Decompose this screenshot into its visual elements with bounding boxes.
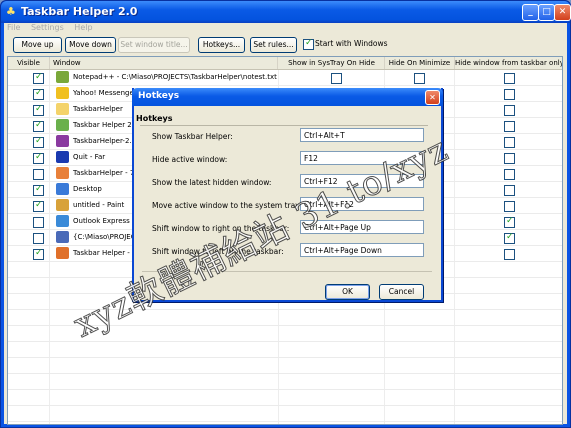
window-title-text: Yahoo! Messenger — [73, 89, 137, 97]
outlook-express-icon — [56, 215, 69, 227]
window-title-text: Taskbar Helper 2 — [73, 121, 132, 129]
minimize-button[interactable]: _ — [522, 4, 539, 21]
visible-checkbox[interactable] — [33, 136, 44, 148]
window-title-text: Outlook Express — [73, 217, 130, 225]
set-rules-button[interactable]: Set rules... — [250, 37, 297, 53]
visible-checkbox[interactable] — [33, 120, 44, 132]
dialog-title: Hotkeys — [138, 91, 180, 101]
explorer-icon — [56, 231, 69, 243]
table-row — [8, 390, 562, 406]
group-divider — [140, 125, 428, 126]
taskbar-only-checkbox[interactable] — [504, 121, 515, 132]
window-title-text: untitled - Paint — [73, 201, 125, 209]
visible-checkbox[interactable] — [33, 233, 44, 244]
menu-file[interactable]: File — [7, 23, 20, 32]
close-button[interactable]: ✕ — [554, 4, 571, 21]
hotkeys-group-title: Hotkeys — [136, 114, 173, 123]
column-visible[interactable]: Visible — [8, 57, 50, 69]
set-window-title-button[interactable]: Set window title... — [118, 37, 190, 53]
taskbar-only-checkbox[interactable] — [504, 137, 515, 148]
window-title-text: TaskbarHelper - 7 — [73, 169, 135, 177]
taskbar-only-checkbox[interactable] — [504, 201, 515, 212]
title-bar[interactable]: ♣ Taskbar Helper 2.0 _ □ ✕ — [1, 1, 571, 23]
app-icon: ♣ — [6, 5, 16, 18]
window-cell[interactable]: Notepad++ - C:\Miaso\PROJECTS\TaskbarHel… — [53, 70, 278, 85]
winrar-icon — [56, 135, 69, 147]
visible-checkbox[interactable] — [33, 72, 44, 84]
taskbar-only-checkbox[interactable] — [504, 249, 515, 260]
taskbar-only-checkbox[interactable] — [504, 232, 515, 244]
far-manager-icon — [56, 151, 69, 163]
maximize-button[interactable]: □ — [538, 4, 555, 21]
window-title-text: Desktop — [73, 185, 102, 193]
visual-studio-icon — [56, 167, 69, 179]
menu-bar: File Settings Help — [7, 23, 101, 35]
table-row — [8, 342, 562, 358]
visible-checkbox[interactable] — [33, 169, 44, 180]
taskbar-only-checkbox[interactable] — [504, 169, 515, 180]
visible-checkbox[interactable] — [33, 200, 44, 212]
visible-checkbox[interactable] — [33, 88, 44, 100]
start-with-windows-label: Start with Windows — [315, 39, 388, 48]
taskbar-only-checkbox[interactable] — [504, 153, 515, 164]
hotkey-label-hide: Hide active window: — [152, 155, 228, 164]
visible-checkbox[interactable] — [33, 104, 44, 116]
firefox-icon — [56, 247, 69, 259]
folder-icon — [56, 103, 69, 115]
hotkeys-button[interactable]: Hotkeys... — [198, 37, 245, 53]
taskbar-only-checkbox[interactable] — [504, 185, 515, 196]
taskbar-only-checkbox[interactable] — [504, 216, 515, 228]
column-show-in-systray[interactable]: Show in SysTray On Hide — [279, 57, 385, 69]
dialog-close-button[interactable]: ✕ — [425, 90, 440, 105]
table-row — [8, 358, 562, 374]
toolbar: Move up Move down Set window title... Ho… — [13, 37, 563, 53]
taskbar-only-checkbox[interactable] — [504, 105, 515, 116]
move-up-button[interactable]: Move up — [13, 37, 62, 53]
window-title: Taskbar Helper 2.0 — [21, 5, 138, 18]
cancel-button[interactable]: Cancel — [379, 284, 424, 300]
table-row[interactable]: Notepad++ - C:\Miaso\PROJECTS\TaskbarHel… — [8, 70, 562, 86]
taskbar-helper-icon — [56, 119, 69, 131]
menu-help[interactable]: Help — [74, 23, 92, 32]
move-down-button[interactable]: Move down — [65, 37, 116, 53]
hotkey-label-show: Show Taskbar Helper: — [152, 132, 233, 141]
column-window[interactable]: Window — [50, 57, 278, 69]
desktop-icon — [56, 183, 69, 195]
dialog-title-bar[interactable]: Hotkeys ✕ — [132, 88, 443, 106]
window-title-text: Quit - Far — [73, 153, 106, 161]
start-with-windows-checkbox[interactable] — [303, 38, 314, 50]
menu-settings[interactable]: Settings — [31, 23, 64, 32]
taskbar-only-checkbox[interactable] — [504, 73, 515, 84]
table-row — [8, 374, 562, 390]
visible-checkbox[interactable] — [33, 184, 44, 196]
taskbar-only-checkbox[interactable] — [504, 89, 515, 100]
grid-header: Visible Window Show in SysTray On Hide H… — [8, 57, 562, 70]
window-title-text: Taskbar Helper - — [73, 249, 130, 257]
hotkey-field-shift-left[interactable]: Ctrl+Alt+Page Down — [300, 243, 424, 257]
table-row — [8, 406, 562, 422]
visible-checkbox[interactable] — [33, 152, 44, 164]
window-title-text: Notepad++ - C:\Miaso\PROJECTS\TaskbarHel… — [73, 73, 277, 81]
visible-checkbox[interactable] — [33, 217, 44, 228]
visible-checkbox[interactable] — [33, 248, 44, 260]
notepadpp-icon — [56, 71, 69, 83]
hotkey-label-show-latest: Show the latest hidden window: — [152, 178, 272, 187]
column-hide-from-taskbar[interactable]: Hide window from taskbar only — [455, 57, 562, 69]
yahoo-messenger-icon — [56, 87, 69, 99]
column-hide-on-minimize[interactable]: Hide On Minimize — [385, 57, 455, 69]
ok-button[interactable]: OK — [325, 284, 370, 300]
paint-icon — [56, 199, 69, 211]
hide-on-minimize-checkbox[interactable] — [414, 73, 425, 84]
window-title-text: TaskbarHelper-2.0 — [73, 137, 137, 145]
window-title-text: TaskbarHelper — [73, 105, 123, 113]
systray-checkbox[interactable] — [331, 73, 342, 84]
